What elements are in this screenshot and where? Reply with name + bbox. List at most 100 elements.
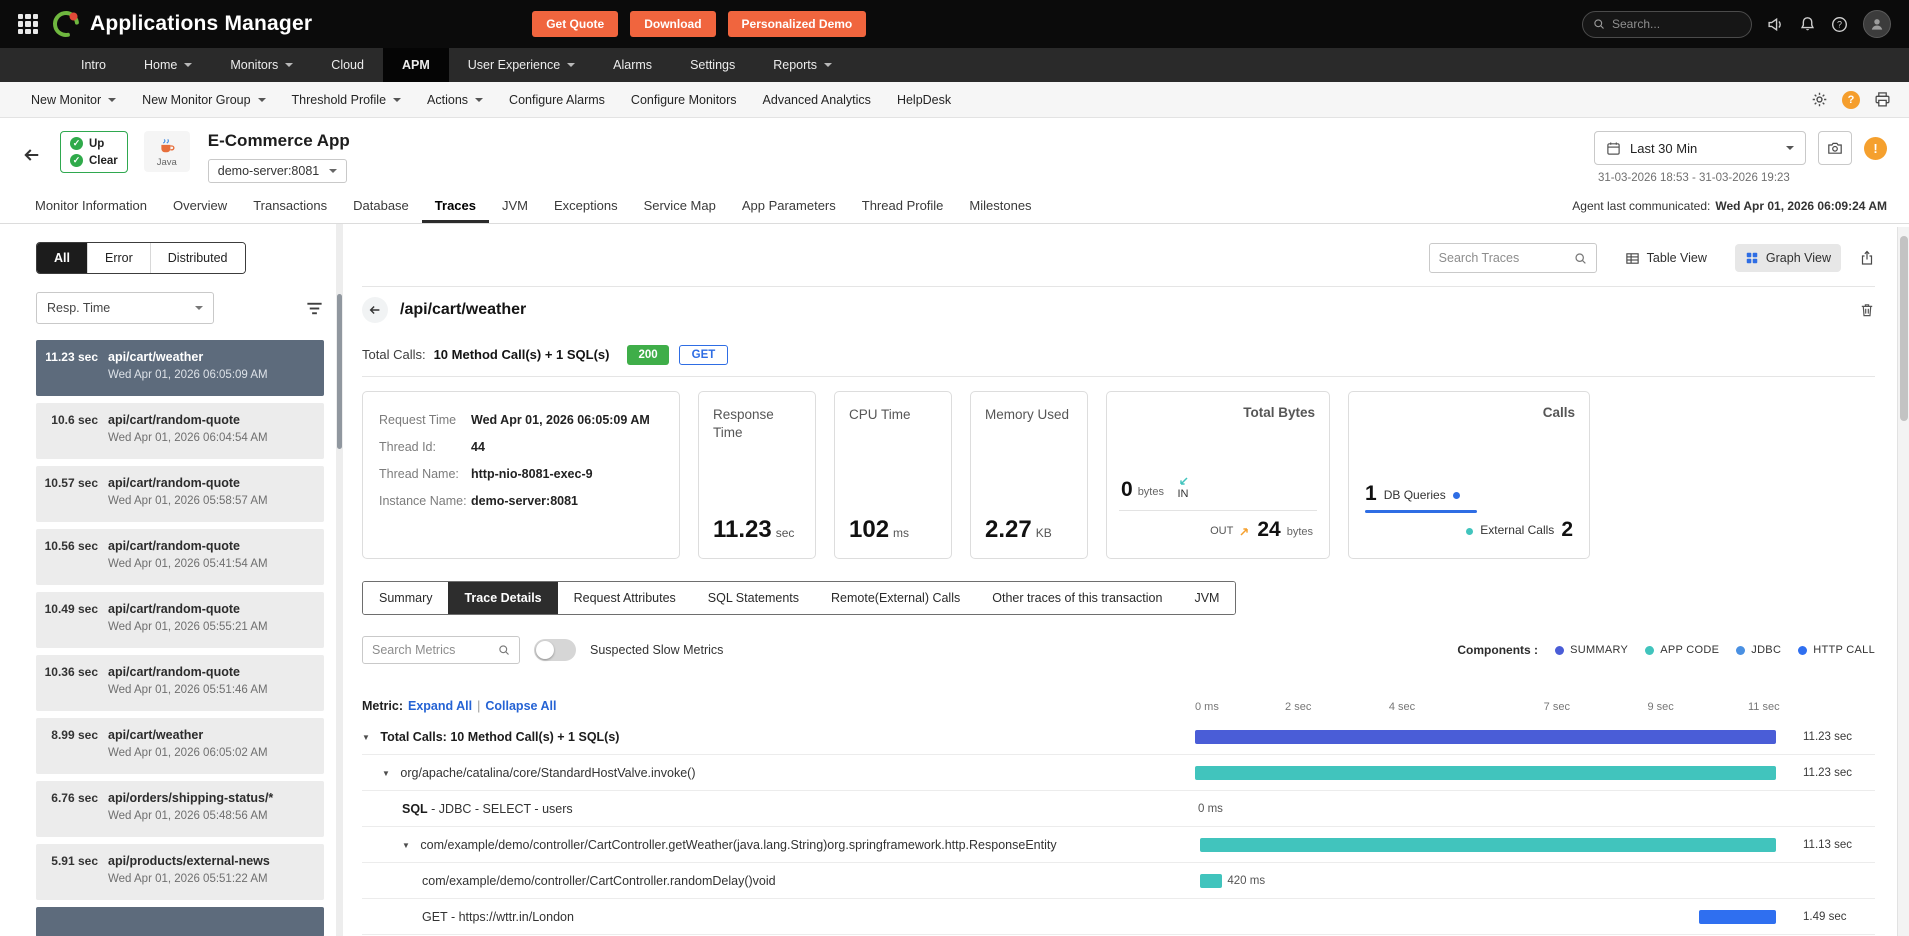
metrics-search-input[interactable]	[372, 643, 490, 657]
notification-bell-icon[interactable]	[1799, 16, 1816, 33]
segment-distributed[interactable]: Distributed	[150, 243, 245, 273]
waterfall-row[interactable]: SQL - JDBC - SELECT - users 0 ms	[362, 791, 1875, 827]
scrollbar-thumb[interactable]	[1900, 236, 1908, 421]
toolbar-new-monitor-group[interactable]: New Monitor Group	[129, 93, 278, 107]
trace-list-item-partial[interactable]	[36, 907, 324, 936]
download-button[interactable]: Download	[630, 11, 715, 37]
support-icon[interactable]: ?	[1842, 91, 1860, 109]
traces-search-input[interactable]	[1439, 251, 1566, 265]
filter-icon[interactable]	[305, 299, 324, 318]
slow-metrics-toggle[interactable]	[534, 639, 576, 661]
trace-list-item[interactable]: 10.57 sec api/cart/random-quote Wed Apr …	[36, 466, 324, 522]
toolbar-threshold-profile[interactable]: Threshold Profile	[279, 93, 415, 107]
page-scrollbar[interactable]	[1897, 227, 1909, 936]
tab-app-parameters[interactable]: App Parameters	[729, 188, 849, 223]
nav-item-intro[interactable]: Intro	[62, 48, 125, 82]
toolbar-new-monitor[interactable]: New Monitor	[18, 93, 129, 107]
nav-item-settings[interactable]: Settings	[671, 48, 754, 82]
tab-other-traces[interactable]: Other traces of this transaction	[976, 582, 1178, 614]
instance-dropdown[interactable]: demo-server:8081	[208, 159, 347, 183]
toolbar-configure-alarms[interactable]: Configure Alarms	[496, 93, 618, 107]
waterfall-row[interactable]: GET - https://wttr.in/London 1.49 sec	[362, 899, 1875, 935]
tab-jvm-detail[interactable]: JVM	[1178, 582, 1235, 614]
trace-list-item[interactable]: 10.6 sec api/cart/random-quote Wed Apr 0…	[36, 403, 324, 459]
tab-sql-statements[interactable]: SQL Statements	[692, 582, 815, 614]
trace-title: /api/cart/weather	[400, 301, 526, 319]
megaphone-icon[interactable]	[1767, 16, 1784, 33]
time-range-dropdown[interactable]: Last 30 Min	[1594, 131, 1806, 165]
back-arrow-icon[interactable]	[22, 145, 42, 165]
screenshot-button[interactable]	[1818, 131, 1852, 165]
back-to-list-button[interactable]	[362, 297, 388, 323]
tab-service-map[interactable]: Service Map	[631, 188, 729, 223]
nav-item-alarms[interactable]: Alarms	[594, 48, 671, 82]
toolbar-configure-monitors[interactable]: Configure Monitors	[618, 93, 750, 107]
metrics-search[interactable]	[362, 636, 520, 664]
nav-item-cloud[interactable]: Cloud	[312, 48, 383, 82]
global-search-input[interactable]	[1612, 17, 1741, 31]
collapse-icon[interactable]	[402, 841, 410, 850]
printer-icon[interactable]	[1874, 91, 1891, 108]
tab-transactions[interactable]: Transactions	[240, 188, 340, 223]
collapse-icon[interactable]	[362, 733, 370, 742]
tab-monitor-information[interactable]: Monitor Information	[22, 188, 160, 223]
nav-item-reports[interactable]: Reports	[754, 48, 851, 82]
tab-thread-profile[interactable]: Thread Profile	[849, 188, 957, 223]
tab-exceptions[interactable]: Exceptions	[541, 188, 631, 223]
user-avatar[interactable]	[1863, 10, 1891, 38]
tab-milestones[interactable]: Milestones	[956, 188, 1044, 223]
nav-item-apm[interactable]: APM	[383, 48, 449, 82]
monitor-status-badge: Up Clear	[60, 131, 128, 173]
nav-item-user-experience[interactable]: User Experience	[449, 48, 594, 82]
tab-traces[interactable]: Traces	[422, 188, 489, 223]
scrollbar-thumb[interactable]	[337, 294, 342, 449]
tab-request-attributes[interactable]: Request Attributes	[558, 582, 692, 614]
segment-all[interactable]: All	[37, 243, 87, 273]
traces-search[interactable]	[1429, 243, 1597, 273]
tab-jvm[interactable]: JVM	[489, 188, 541, 223]
sidebar-scrollbar[interactable]	[336, 224, 343, 936]
segment-error[interactable]: Error	[87, 243, 150, 273]
waterfall-row[interactable]: org/apache/catalina/core/StandardHostVal…	[362, 755, 1875, 791]
sort-by-dropdown[interactable]: Resp. Time	[36, 292, 214, 324]
trace-duration: 10.49 sec	[44, 602, 108, 648]
delete-trace-icon[interactable]	[1859, 302, 1875, 318]
tab-remote-external-calls[interactable]: Remote(External) Calls	[815, 582, 976, 614]
toolbar-advanced-analytics[interactable]: Advanced Analytics	[750, 93, 884, 107]
collapse-icon[interactable]	[382, 769, 390, 778]
check-icon	[70, 154, 83, 167]
toolbar-helpdesk[interactable]: HelpDesk	[884, 93, 964, 107]
alert-count-badge[interactable]: !	[1864, 137, 1887, 160]
trace-list-item[interactable]: 8.99 sec api/cart/weather Wed Apr 01, 20…	[36, 718, 324, 774]
tab-overview[interactable]: Overview	[160, 188, 240, 223]
toggle-knob[interactable]	[536, 641, 554, 659]
table-view-button[interactable]: Table View	[1615, 244, 1717, 273]
nav-item-home[interactable]: Home	[125, 48, 211, 82]
waterfall-row[interactable]: com/example/demo/controller/CartControll…	[362, 863, 1875, 899]
tab-summary[interactable]: Summary	[363, 582, 448, 614]
trace-list-item[interactable]: 10.49 sec api/cart/random-quote Wed Apr …	[36, 592, 324, 648]
waterfall-row[interactable]: Total Calls: 10 Method Call(s) + 1 SQL(s…	[362, 719, 1875, 755]
collapse-all-link[interactable]: Collapse All	[485, 699, 556, 713]
tab-trace-details[interactable]: Trace Details	[448, 582, 557, 614]
gear-icon[interactable]	[1811, 91, 1828, 108]
trace-list-item[interactable]: 10.56 sec api/cart/random-quote Wed Apr …	[36, 529, 324, 585]
apps-grid-icon[interactable]	[18, 14, 38, 34]
graph-view-button[interactable]: Graph View	[1735, 244, 1841, 272]
trace-list-item[interactable]: 6.76 sec api/orders/shipping-status/* We…	[36, 781, 324, 837]
trace-list-item[interactable]: 5.91 sec api/products/external-news Wed …	[36, 844, 324, 900]
global-search[interactable]	[1582, 11, 1752, 38]
toolbar-actions[interactable]: Actions	[414, 93, 496, 107]
components-legend: Components : SUMMARY APP CODE JDBC HTTP …	[1457, 643, 1875, 657]
trace-list-item[interactable]: 10.36 sec api/cart/random-quote Wed Apr …	[36, 655, 324, 711]
expand-all-link[interactable]: Expand All	[408, 699, 472, 713]
get-quote-button[interactable]: Get Quote	[532, 11, 618, 37]
help-icon[interactable]: ?	[1831, 16, 1848, 33]
chevron-down-icon	[108, 98, 116, 102]
trace-list-item[interactable]: 11.23 sec api/cart/weather Wed Apr 01, 2…	[36, 340, 324, 396]
waterfall-row[interactable]: com/example/demo/controller/CartControll…	[362, 827, 1875, 863]
export-icon[interactable]	[1859, 250, 1875, 266]
tab-database[interactable]: Database	[340, 188, 422, 223]
personalized-demo-button[interactable]: Personalized Demo	[728, 11, 867, 37]
nav-item-monitors[interactable]: Monitors	[211, 48, 312, 82]
